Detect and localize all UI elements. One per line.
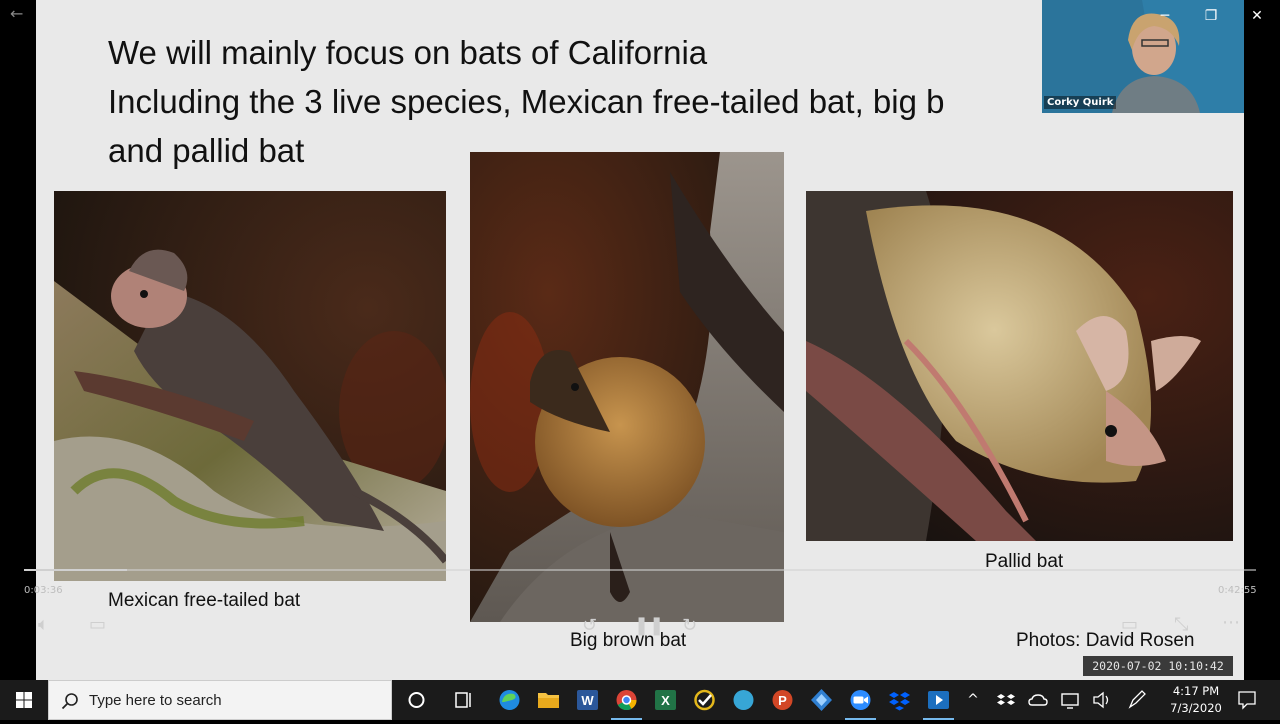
dropbox-tray-icon[interactable] [995, 680, 1017, 720]
task-view-button[interactable] [444, 680, 483, 720]
dropbox-icon [889, 692, 910, 711]
taskbar-dropbox[interactable] [880, 680, 919, 720]
volume-icon[interactable]: 🔈︎ [38, 615, 49, 635]
mexican-free-tailed-bat-photo [54, 191, 446, 581]
pause-icon[interactable]: ❚❚ [634, 616, 664, 636]
taskbar-word[interactable]: W [568, 680, 607, 720]
system-clock[interactable]: 4:17 PM 7/3/2020 [1160, 683, 1232, 717]
task-view-icon [455, 692, 471, 708]
svg-text:X: X [661, 693, 670, 708]
taskbar-edge[interactable] [490, 680, 529, 720]
powerpoint-icon: P [772, 690, 793, 710]
elapsed-time: 0:03:36 [24, 585, 63, 596]
chrome-icon [616, 690, 637, 711]
edge-icon [499, 690, 520, 710]
forward-30-icon[interactable]: ↻ [682, 616, 697, 636]
speaker-icon[interactable] [1091, 680, 1113, 720]
taskbar-search-box[interactable] [48, 680, 392, 720]
minimize-icon[interactable]: ─ [1142, 0, 1188, 32]
recording-timestamp: 2020-07-02 10:10:42 [1083, 656, 1233, 676]
diamond-icon [811, 689, 832, 711]
total-duration: 0:42:55 [1218, 585, 1257, 596]
app-circle-icon [733, 690, 754, 710]
taskbar-file-explorer[interactable] [529, 680, 568, 720]
taskbar-video-player[interactable] [919, 680, 958, 720]
checkmark-icon [694, 689, 715, 711]
taskbar: W X P ^ 4:17 PM 7/3/2020 [0, 680, 1280, 720]
seek-bar[interactable] [24, 569, 1256, 571]
zoom-icon [850, 690, 871, 710]
svg-text:P: P [778, 693, 787, 708]
window-controls: ─ ❐ ✕ [1142, 0, 1280, 32]
cloud-icon[interactable] [1027, 680, 1049, 720]
captions-icon[interactable]: ▭ [89, 615, 106, 635]
miniplayer-icon[interactable]: ▭ [1121, 615, 1138, 635]
rewind-10-icon[interactable]: ↺ [582, 616, 597, 636]
photo-credit: Photos: David Rosen [1016, 630, 1195, 651]
search-icon [61, 693, 78, 710]
taskbar-tasks-app[interactable] [685, 680, 724, 720]
notifications-icon[interactable] [1236, 680, 1258, 720]
taskbar-excel[interactable]: X [646, 680, 685, 720]
network-icon[interactable] [1059, 680, 1081, 720]
cortana-icon [408, 692, 425, 708]
slide-title-line-2: Including the 3 live species, Mexican fr… [108, 83, 945, 120]
taskbar-chrome[interactable] [607, 680, 646, 720]
slide-title-line-1: We will mainly focus on bats of Californ… [108, 34, 708, 71]
video-player[interactable]: ← We will mainly focus on bats of Califo… [0, 0, 1280, 680]
video-player-icon [928, 691, 949, 709]
pen-icon[interactable] [1126, 680, 1148, 720]
clock-date: 7/3/2020 [1170, 701, 1222, 715]
folder-icon [538, 693, 559, 708]
close-icon[interactable]: ✕ [1234, 0, 1280, 32]
search-input[interactable] [89, 681, 385, 719]
pallid-bat-photo [806, 191, 1233, 541]
windows-logo-icon [16, 692, 32, 708]
participant-name: Corky Quirk [1044, 96, 1117, 109]
taskbar-powerpoint[interactable]: P [763, 680, 802, 720]
taskbar-dev-tool[interactable] [802, 680, 841, 720]
svg-text:W: W [581, 693, 594, 708]
seek-bar-fill [24, 569, 128, 571]
clock-time: 4:17 PM [1172, 684, 1220, 698]
taskbar-zoom[interactable] [841, 680, 880, 720]
caption-mexican-free-tailed-bat: Mexican free-tailed bat [108, 590, 301, 611]
taskbar-app-circle[interactable] [724, 680, 763, 720]
big-brown-bat-photo [470, 152, 784, 622]
more-options-icon[interactable]: ⋯ [1222, 613, 1240, 633]
slide-title-line-3: and pallid bat [108, 132, 305, 169]
back-arrow-icon[interactable]: ← [10, 4, 23, 23]
start-button[interactable] [0, 680, 48, 720]
chevron-up-icon[interactable]: ^ [962, 680, 984, 720]
word-icon: W [577, 690, 598, 710]
cortana-button[interactable] [397, 680, 436, 720]
restore-icon[interactable]: ❐ [1188, 0, 1234, 32]
collapse-icon[interactable]: ⤡ [1174, 615, 1188, 635]
excel-icon: X [655, 690, 676, 710]
